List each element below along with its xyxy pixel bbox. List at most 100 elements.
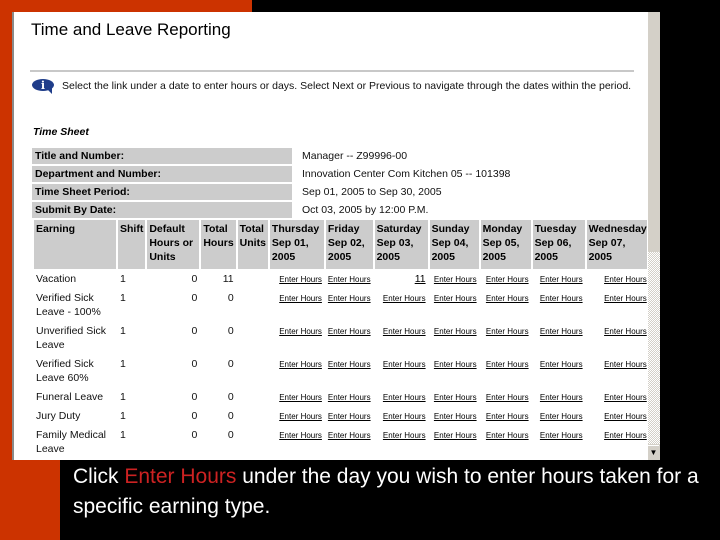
col-header-day-year: 2005 <box>271 251 296 263</box>
default-value: 0 <box>191 391 198 403</box>
enter-hours-link[interactable]: Enter Hours <box>279 410 322 424</box>
shift-value: 1 <box>120 292 126 304</box>
enter-hours-link[interactable]: Enter Hours <box>486 292 529 306</box>
col-header-day-day: Saturday <box>376 223 422 235</box>
day-cell: Enter Hours <box>326 269 373 288</box>
enter-hours-link[interactable]: Enter Hours <box>486 391 529 405</box>
enter-hours-link[interactable]: Enter Hours <box>383 429 426 443</box>
day-cell: Enter Hours <box>326 288 373 321</box>
enter-hours-link[interactable]: Enter Hours <box>486 325 529 339</box>
day-cell: 11 <box>375 269 428 288</box>
total-hours-value: 0 <box>227 410 234 422</box>
day-cell: Enter Hours <box>587 425 649 458</box>
enter-hours-link[interactable]: Enter Hours <box>328 410 371 424</box>
earning-row: Unverified Sick Leave 1 0 0 Enter Hours Enter… <box>34 321 649 354</box>
enter-hours-link[interactable]: Enter Hours <box>486 410 529 424</box>
col-header-day-date: Sep 01, <box>271 237 309 249</box>
enter-hours-link[interactable]: Enter Hours <box>486 358 529 372</box>
entered-hours-link[interactable]: 11 <box>415 272 426 286</box>
enter-hours-link[interactable]: Enter Hours <box>434 429 477 443</box>
enter-hours-link[interactable]: Enter Hours <box>328 292 371 306</box>
section-title: Time Sheet <box>33 126 89 138</box>
day-cell: Enter Hours <box>326 354 373 387</box>
enter-hours-link[interactable]: Enter Hours <box>328 325 371 339</box>
enter-hours-link[interactable]: Enter Hours <box>279 429 322 443</box>
enter-hours-link[interactable]: Enter Hours <box>434 325 477 339</box>
scroll-track[interactable] <box>648 252 660 444</box>
default-value: 0 <box>191 429 198 441</box>
total-hours-value: 0 <box>227 358 234 370</box>
info-label: Time Sheet Period: <box>32 184 292 200</box>
enter-hours-link[interactable]: Enter Hours <box>604 410 647 424</box>
enter-hours-link[interactable]: Enter Hours <box>328 273 371 287</box>
timesheet-info-row: Title and Number: Manager -- Z99996-00 <box>32 148 513 164</box>
enter-hours-link[interactable]: Enter Hours <box>383 391 426 405</box>
enter-hours-link[interactable]: Enter Hours <box>540 292 583 306</box>
enter-hours-link[interactable]: Enter Hours <box>434 391 477 405</box>
day-cell: Enter Hours <box>587 288 649 321</box>
enter-hours-link[interactable]: Enter Hours <box>604 325 647 339</box>
col-header-day: Sunday Sep 04, 2005 <box>429 220 479 269</box>
day-cell: Enter Hours <box>326 425 373 458</box>
info-label: Title and Number: <box>32 148 292 164</box>
day-cell: Enter Hours <box>270 406 324 425</box>
day-cell: Enter Hours <box>587 387 649 406</box>
earnings-grid: Earning Shift Default Hours or Units Tot… <box>32 220 651 458</box>
enter-hours-link[interactable]: Enter Hours <box>604 292 647 306</box>
enter-hours-link[interactable]: Enter Hours <box>486 429 529 443</box>
enter-hours-link[interactable]: Enter Hours <box>383 358 426 372</box>
enter-hours-link[interactable]: Enter Hours <box>486 273 529 287</box>
scroll-down-arrow-icon[interactable]: ▼ <box>648 445 659 460</box>
col-header-day: Tuesday Sep 06, 2005 <box>532 220 585 269</box>
enter-hours-link[interactable]: Enter Hours <box>328 429 371 443</box>
enter-hours-link[interactable]: Enter Hours <box>279 325 322 339</box>
day-cell: Enter Hours <box>375 387 428 406</box>
enter-hours-link[interactable]: Enter Hours <box>434 358 477 372</box>
col-header-day-year: 2005 <box>431 251 455 263</box>
earning-row: Vacation 1 0 11 Enter Hours Enter Hours 11 Ente… <box>34 269 649 288</box>
col-header-day-day: Thursday <box>271 223 320 235</box>
enter-hours-link[interactable]: Enter Hours <box>604 358 647 372</box>
enter-hours-link[interactable]: Enter Hours <box>540 325 583 339</box>
enter-hours-link[interactable]: Enter Hours <box>434 273 477 287</box>
enter-hours-link[interactable]: Enter Hours <box>540 391 583 405</box>
col-header-day-year: 2005 <box>588 251 612 263</box>
day-cell: Enter Hours <box>481 321 531 354</box>
enter-hours-link[interactable]: Enter Hours <box>279 358 322 372</box>
enter-hours-link[interactable]: Enter Hours <box>328 391 371 405</box>
col-header-shift: Shift <box>118 220 146 269</box>
enter-hours-link[interactable]: Enter Hours <box>540 273 583 287</box>
info-value: Manager -- Z99996-00 <box>302 150 408 162</box>
earning-row: Family Medical Leave 1 0 0 Enter Hours Enter … <box>34 425 649 458</box>
total-units-value <box>238 387 268 406</box>
timesheet-info-row: Time Sheet Period: Sep 01, 2005 to Sep 30… <box>32 184 513 200</box>
info-label: Department and Number: <box>32 166 292 182</box>
day-cell: Enter Hours <box>533 321 585 354</box>
enter-hours-link[interactable]: Enter Hours <box>604 429 647 443</box>
enter-hours-link[interactable]: Enter Hours <box>383 292 426 306</box>
vertical-scrollbar[interactable]: ▼ <box>647 12 660 460</box>
day-cell: Enter Hours <box>430 269 479 288</box>
enter-hours-link[interactable]: Enter Hours <box>540 410 583 424</box>
day-cell: Enter Hours <box>430 321 479 354</box>
enter-hours-link[interactable]: Enter Hours <box>434 292 477 306</box>
total-units-value <box>238 406 268 425</box>
day-cell: Enter Hours <box>270 354 324 387</box>
enter-hours-link[interactable]: Enter Hours <box>279 273 322 287</box>
col-header-day: Friday Sep 02, 2005 <box>325 220 373 269</box>
shift-value: 1 <box>120 429 126 441</box>
day-cell: Enter Hours <box>326 321 373 354</box>
enter-hours-link[interactable]: Enter Hours <box>540 429 583 443</box>
day-cell: Enter Hours <box>326 406 373 425</box>
enter-hours-link[interactable]: Enter Hours <box>434 410 477 424</box>
enter-hours-link[interactable]: Enter Hours <box>540 358 583 372</box>
enter-hours-link[interactable]: Enter Hours <box>383 410 426 424</box>
enter-hours-link[interactable]: Enter Hours <box>328 358 371 372</box>
enter-hours-link[interactable]: Enter Hours <box>604 391 647 405</box>
enter-hours-link[interactable]: Enter Hours <box>279 292 322 306</box>
enter-hours-link[interactable]: Enter Hours <box>604 273 647 287</box>
total-units-value <box>238 425 268 458</box>
enter-hours-link[interactable]: Enter Hours <box>279 391 322 405</box>
enter-hours-link[interactable]: Enter Hours <box>383 325 426 339</box>
scroll-thumb[interactable] <box>648 12 659 253</box>
